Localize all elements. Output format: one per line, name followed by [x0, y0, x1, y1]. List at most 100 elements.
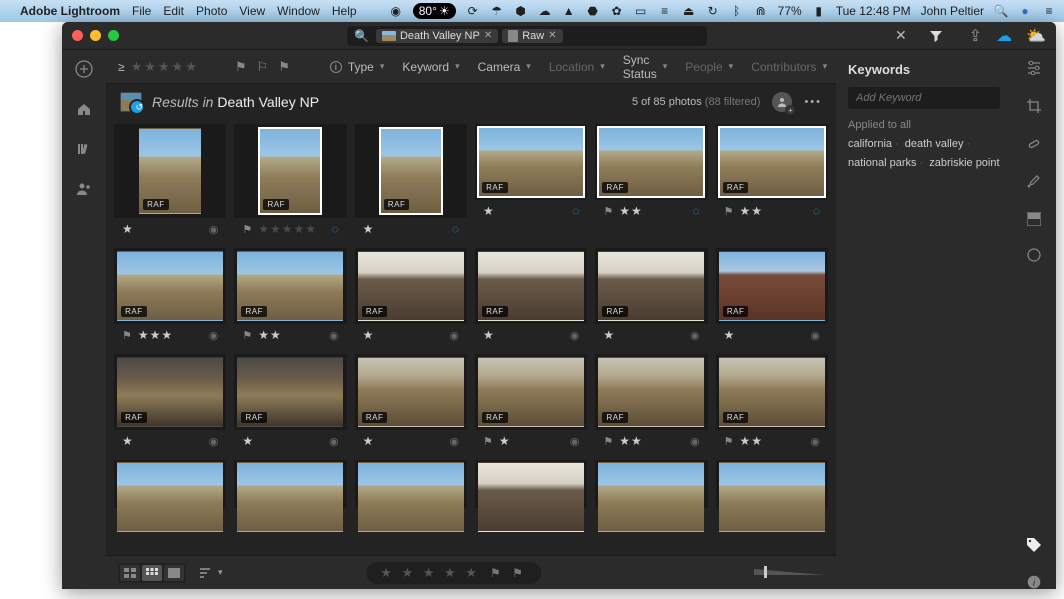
rating-stars[interactable]: ★ [122, 222, 134, 236]
thumbnail-image[interactable]: RAF [719, 251, 825, 321]
photo-cell[interactable] [355, 460, 467, 508]
keyword-tag[interactable]: national parks [848, 157, 917, 169]
tag-icon[interactable] [1026, 537, 1042, 553]
squaregrid-view-button[interactable] [142, 565, 162, 581]
detail-view-button[interactable] [164, 565, 184, 581]
cloud-status-icon[interactable]: ⛅ [1026, 26, 1046, 46]
search-bar[interactable]: 🔍 Death Valley NP ✕ Raw ✕ [347, 26, 707, 46]
location-filter[interactable]: Location [549, 60, 605, 74]
rating-stars[interactable]: ★ [724, 328, 736, 342]
keyword-tag[interactable]: zabriskie point [929, 157, 999, 169]
thumbnail-image[interactable]: RAF [380, 128, 442, 214]
photo-cell[interactable] [234, 460, 346, 508]
umbrella-icon[interactable]: ☂ [490, 4, 504, 18]
library-icon[interactable] [75, 140, 93, 158]
display-icon[interactable]: ▭ [634, 4, 648, 18]
rating-stars[interactable]: ★ [499, 434, 511, 448]
minimize-button[interactable] [90, 30, 101, 41]
flags-control[interactable]: ⚑ ⚑ [490, 566, 527, 580]
flag-icon[interactable]: ⚑ [483, 435, 493, 448]
keyword-tag[interactable]: california [848, 138, 892, 150]
stars-control[interactable]: ★ ★ ★ ★ ★ [380, 565, 480, 581]
rating-stars[interactable]: ★★ [619, 204, 643, 218]
siri-icon[interactable]: ≡ [1042, 4, 1056, 18]
rating-stars[interactable]: ★★ [740, 434, 764, 448]
spotlight-icon[interactable]: 🔍 [994, 4, 1008, 18]
add-button[interactable] [75, 60, 93, 78]
close-button[interactable] [72, 30, 83, 41]
chip-remove-icon[interactable]: ✕ [548, 30, 556, 41]
photogrid-view-button[interactable] [120, 565, 140, 581]
thumbnail-image[interactable] [237, 462, 343, 532]
chip-remove-icon[interactable]: ✕ [484, 30, 492, 41]
clear-search-button[interactable]: ✕ [887, 27, 915, 44]
flag-icon[interactable]: ⚑ [603, 435, 613, 448]
rating-stars[interactable]: ★ [363, 222, 375, 236]
photo-cell[interactable]: RAF⚑★★★★★◌ [234, 124, 346, 240]
crop-icon[interactable] [1026, 98, 1042, 114]
people-filter[interactable]: People [685, 60, 733, 74]
dropbox-icon[interactable]: ⬢ [514, 4, 528, 18]
rating-flag-control[interactable]: ★ ★ ★ ★ ★ ⚑ ⚑ [366, 562, 541, 584]
menu2-icon[interactable]: ≡ [658, 4, 672, 18]
photo-grid[interactable]: RAF★◉RAF⚑★★★★★◌RAF★◌RAF★◌RAF⚑★★◌RAF⚑★★◌R… [106, 120, 836, 555]
timemachine-icon[interactable]: ↻ [706, 4, 720, 18]
rating-stars[interactable]: ★★★ [138, 328, 173, 342]
home-icon[interactable] [75, 100, 93, 118]
flag-filter[interactable]: ⚑⚐⚑ [235, 59, 294, 75]
thumbnail-image[interactable]: RAF [117, 251, 223, 321]
rating-filter[interactable]: ≥ ★★★★★ [118, 59, 199, 75]
gear2-icon[interactable]: ✿ [610, 4, 624, 18]
sync-filter[interactable]: Sync Status [623, 53, 668, 81]
thumbnail-image[interactable]: RAF [259, 128, 321, 214]
thumbnail-image[interactable]: RAF [139, 128, 201, 214]
zoom-slider[interactable] [754, 568, 824, 578]
thumbnail-image[interactable]: RAF [237, 357, 343, 427]
thumbnail-image[interactable] [598, 462, 704, 532]
app-name[interactable]: Adobe Lightroom [20, 4, 120, 18]
wifi-icon[interactable]: ⋒ [754, 4, 768, 18]
rating-stars[interactable]: ★ [483, 328, 495, 342]
flag-icon[interactable]: ⚑ [724, 205, 734, 218]
menu-view[interactable]: View [239, 4, 265, 18]
photo-cell[interactable]: RAF★◉ [475, 248, 587, 346]
type-filter[interactable]: iType [330, 60, 385, 74]
rating-stars[interactable]: ★ [483, 204, 495, 218]
rating-stars[interactable]: ★ [363, 328, 375, 342]
photo-cell[interactable]: RAF★◉ [114, 354, 226, 452]
battery-icon[interactable]: ▮ [812, 4, 826, 18]
rating-stars[interactable]: ★ [242, 434, 254, 448]
sort-button[interactable]: ▾ [200, 567, 223, 578]
photo-cell[interactable]: RAF⚑★★◉ [716, 354, 828, 452]
shield-icon[interactable]: ⬣ [586, 4, 600, 18]
rating-stars[interactable]: ★★ [740, 204, 764, 218]
more-button[interactable]: ••• [804, 96, 822, 108]
cloud-sync-icon[interactable]: ☁ [996, 26, 1012, 46]
photo-cell[interactable]: RAF★◉ [355, 354, 467, 452]
photo-cell[interactable]: RAF⚑★◉ [475, 354, 587, 452]
flag-icon[interactable]: ⚑ [242, 329, 252, 342]
photo-cell[interactable]: RAF★◌ [475, 124, 587, 240]
search-chip-album[interactable]: Death Valley NP ✕ [376, 29, 498, 43]
flag-icon[interactable]: ⚑ [242, 223, 252, 236]
thumbnail-image[interactable]: RAF [719, 127, 825, 197]
flag-icon[interactable]: ⚑ [122, 329, 132, 342]
rec-icon[interactable]: ◉ [389, 4, 403, 18]
bluetooth-icon[interactable]: ᛒ [730, 4, 744, 18]
photo-cell[interactable]: RAF★◉ [234, 354, 346, 452]
photo-cell[interactable]: RAF★◉ [355, 248, 467, 346]
menu-window[interactable]: Window [277, 4, 320, 18]
menu-photo[interactable]: Photo [196, 4, 227, 18]
keyword-tag[interactable]: death valley [905, 138, 964, 150]
photo-cell[interactable]: RAF⚑★★★◉ [114, 248, 226, 346]
eject-icon[interactable]: ⏏ [682, 4, 696, 18]
camera-filter[interactable]: Camera [478, 60, 531, 74]
photo-cell[interactable]: RAF⚑★★◌ [716, 124, 828, 240]
thumbnail-image[interactable]: RAF [719, 357, 825, 427]
radial-gradient-icon[interactable] [1027, 248, 1041, 262]
rating-stars[interactable]: ★ [603, 328, 615, 342]
photo-cell[interactable] [716, 460, 828, 508]
thumbnail-image[interactable] [478, 462, 584, 532]
thumbnail-image[interactable]: RAF [478, 357, 584, 427]
notif-icon[interactable]: ● [1018, 4, 1032, 18]
